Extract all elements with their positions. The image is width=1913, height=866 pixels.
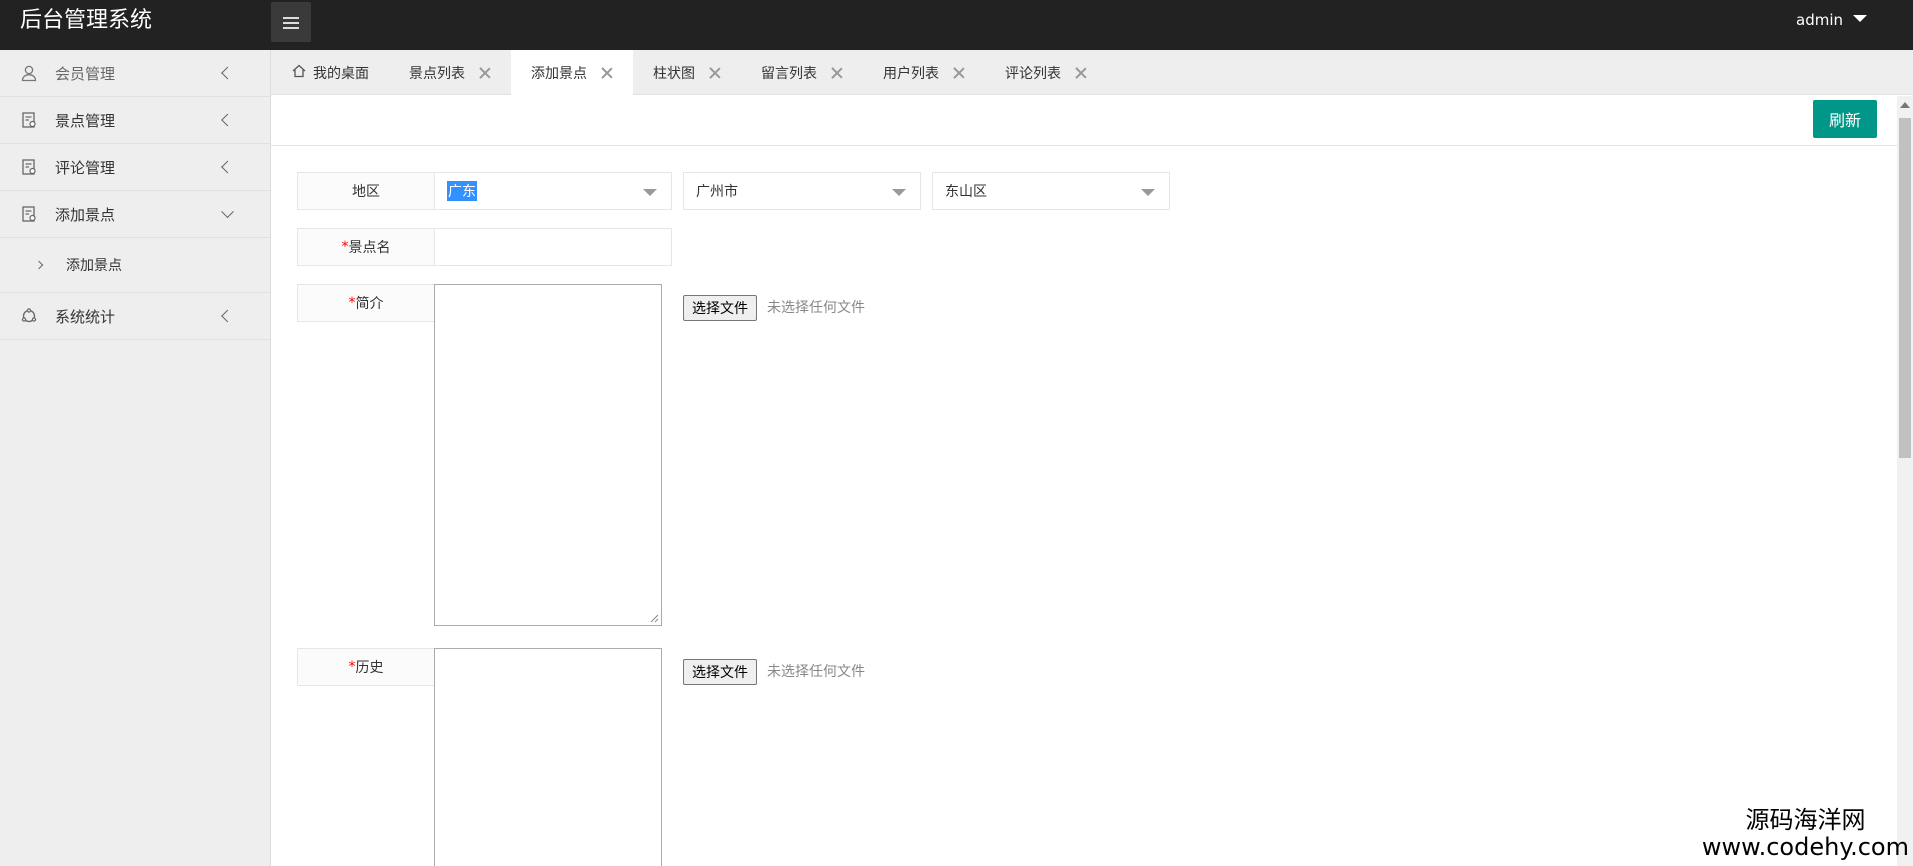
chevron-left-icon xyxy=(221,66,234,80)
watermark-line1: 源码海洋网 xyxy=(1745,806,1866,834)
stats-icon xyxy=(20,307,38,325)
sidebar-item-label: 添加景点 xyxy=(55,205,116,224)
tab-label: 我的桌面 xyxy=(313,65,369,82)
name-label: * 景点名 xyxy=(297,228,434,266)
sidebar: 会员管理 景点管理 评论管理 添加景点 添加景点 系统统计 xyxy=(0,50,271,866)
province-select[interactable]: 广东 xyxy=(434,172,672,210)
watermark: 源码海洋网 www.codehy.com xyxy=(1702,806,1909,860)
close-icon[interactable] xyxy=(479,67,491,79)
document-icon xyxy=(20,111,38,129)
name-label-text: 景点名 xyxy=(348,240,391,256)
menu-toggle-button[interactable] xyxy=(271,2,311,42)
tab-label: 用户列表 xyxy=(883,65,939,82)
tab-scenic-list[interactable]: 景点列表 xyxy=(389,50,511,95)
sidebar-item-label: 系统统计 xyxy=(55,307,116,326)
sidebar-item-stats[interactable]: 系统统计 xyxy=(0,293,270,340)
tab-label: 添加景点 xyxy=(531,66,587,82)
dropdown-arrow-icon xyxy=(1141,189,1155,196)
document-icon xyxy=(20,205,38,223)
document-icon xyxy=(20,158,38,176)
tab-message-list[interactable]: 留言列表 xyxy=(741,50,863,95)
vertical-scrollbar[interactable] xyxy=(1897,96,1913,866)
watermark-line2: www.codehy.com xyxy=(1701,833,1909,861)
sidebar-item-label: 添加景点 xyxy=(66,258,122,274)
sidebar-item-members[interactable]: 会员管理 xyxy=(0,50,270,97)
tab-label: 留言列表 xyxy=(761,65,817,82)
user-icon xyxy=(20,64,38,82)
chevron-right-icon xyxy=(34,260,44,270)
history-file-button[interactable]: 选择文件 xyxy=(683,659,757,685)
required-mark: * xyxy=(348,295,356,311)
tab-add-scenic[interactable]: 添加景点 xyxy=(511,50,633,96)
intro-file-status: 未选择任何文件 xyxy=(767,300,865,316)
sidebar-item-add-scenic[interactable]: 添加景点 xyxy=(0,191,270,238)
sidebar-item-label: 评论管理 xyxy=(55,158,116,177)
app-title: 后台管理系统 xyxy=(20,8,153,33)
chevron-left-icon xyxy=(221,113,234,127)
scroll-up-icon[interactable] xyxy=(1900,102,1910,108)
intro-file-button[interactable]: 选择文件 xyxy=(683,295,757,321)
intro-row: * 简介 xyxy=(297,284,662,626)
tab-label: 柱状图 xyxy=(653,65,695,82)
required-mark: * xyxy=(341,239,349,255)
chevron-down-icon xyxy=(221,205,234,219)
history-label-text: 历史 xyxy=(355,660,384,676)
close-icon[interactable] xyxy=(953,67,965,79)
intro-label-text: 简介 xyxy=(355,296,384,312)
city-select[interactable]: 广州市 xyxy=(683,172,921,210)
close-icon[interactable] xyxy=(831,67,843,79)
intro-label: * 简介 xyxy=(297,284,434,322)
city-value: 广州市 xyxy=(696,184,738,200)
sidebar-subitem-add-scenic[interactable]: 添加景点 xyxy=(0,238,270,293)
scenic-name-input[interactable] xyxy=(434,228,672,266)
sidebar-item-scenic[interactable]: 景点管理 xyxy=(0,97,270,144)
history-textarea[interactable] xyxy=(434,648,662,866)
intro-textarea[interactable] xyxy=(434,284,662,626)
district-value: 东山区 xyxy=(945,184,987,200)
close-icon[interactable] xyxy=(1075,67,1087,79)
close-icon[interactable] xyxy=(601,67,613,79)
dropdown-arrow-icon xyxy=(892,189,906,196)
resize-grip-icon[interactable] xyxy=(649,613,659,623)
user-menu[interactable]: admin xyxy=(1796,8,1867,32)
required-mark: * xyxy=(348,659,356,675)
district-select[interactable]: 东山区 xyxy=(932,172,1170,210)
history-label: * 历史 xyxy=(297,648,434,686)
main-content: 刷新 地区 广东 广州市 东山区 * 景点名 * 简介 选择文件 未选择任何文件… xyxy=(271,96,1897,866)
close-icon[interactable] xyxy=(709,67,721,79)
tab-comment-list[interactable]: 评论列表 xyxy=(985,50,1107,95)
chevron-left-icon xyxy=(221,160,234,174)
sidebar-item-label: 会员管理 xyxy=(55,64,116,83)
refresh-button[interactable]: 刷新 xyxy=(1813,100,1877,138)
tab-user-list[interactable]: 用户列表 xyxy=(863,50,985,95)
region-row: 地区 广东 广州市 东山区 xyxy=(297,172,1170,210)
content-toolbar: 刷新 xyxy=(271,96,1897,146)
history-file-status: 未选择任何文件 xyxy=(767,664,865,680)
name-row: * 景点名 xyxy=(297,228,672,266)
tab-label: 景点列表 xyxy=(409,65,465,82)
province-value: 广东 xyxy=(447,181,477,201)
top-header: 后台管理系统 admin xyxy=(0,0,1913,50)
username: admin xyxy=(1796,11,1843,29)
tab-bar-chart[interactable]: 柱状图 xyxy=(633,50,741,95)
sidebar-item-label: 景点管理 xyxy=(55,111,116,130)
tab-label: 评论列表 xyxy=(1005,65,1061,82)
region-label: 地区 xyxy=(297,172,434,210)
tab-desktop[interactable]: 我的桌面 xyxy=(271,50,389,95)
dropdown-arrow-icon xyxy=(643,189,657,196)
history-row: * 历史 xyxy=(297,648,662,866)
chevron-left-icon xyxy=(221,309,234,323)
tab-bar: 我的桌面 景点列表 添加景点 柱状图 留言列表 用户列表 评论列表 xyxy=(271,50,1913,96)
caret-down-icon xyxy=(1853,15,1867,22)
home-icon xyxy=(291,63,313,83)
sidebar-item-comments[interactable]: 评论管理 xyxy=(0,144,270,191)
scroll-thumb[interactable] xyxy=(1899,118,1911,458)
